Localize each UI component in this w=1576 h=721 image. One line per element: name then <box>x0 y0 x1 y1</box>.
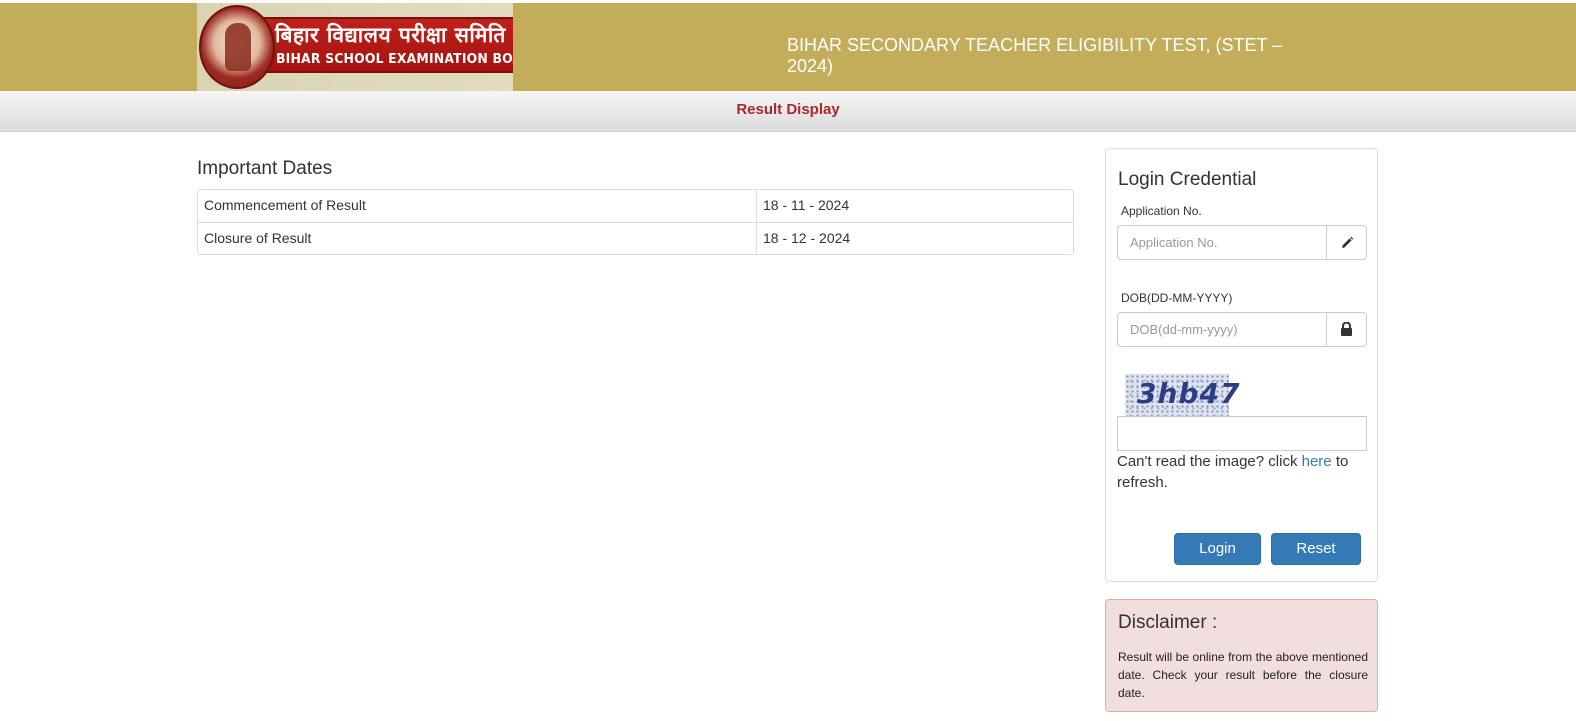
captcha-image: 3hb47 <box>1125 374 1239 416</box>
captcha-refresh-link[interactable]: here <box>1302 453 1332 470</box>
bseb-logo: बिहार विद्यालय परीक्षा समिति BIHAR SCHOO… <box>197 3 513 91</box>
pencil-icon <box>1326 225 1367 260</box>
captcha-help-prefix: Can't read the image? click <box>1117 453 1302 470</box>
site-header: बिहार विद्यालय परीक्षा समिति BIHAR SCHOO… <box>0 3 1576 91</box>
emblem-icon <box>199 5 275 89</box>
dob-input[interactable] <box>1117 312 1326 347</box>
dob-group <box>1117 312 1367 347</box>
login-title: Login Credential <box>1118 169 1257 190</box>
table-row: Commencement of Result 18 - 11 - 2024 <box>198 190 1073 222</box>
logo-hindi-text: बिहार विद्यालय परीक्षा समिति <box>275 23 506 47</box>
important-dates-table: Commencement of Result 18 - 11 - 2024 Cl… <box>197 189 1074 255</box>
disclaimer-panel: Disclaimer : Result will be online from … <box>1105 599 1378 712</box>
sub-navigation-bar: Result Display <box>0 91 1576 132</box>
date-value: 18 - 11 - 2024 <box>763 197 850 213</box>
captcha-text: 3hb47 <box>1137 377 1241 410</box>
date-label: Commencement of Result <box>198 190 757 222</box>
application-no-input[interactable] <box>1117 225 1326 260</box>
page-title: BIHAR SECONDARY TEACHER ELIGIBILITY TEST… <box>787 35 1283 76</box>
disclaimer-text: Result will be online from the above men… <box>1118 650 1368 700</box>
application-no-group <box>1117 225 1367 260</box>
important-dates-heading: Important Dates <box>197 158 333 179</box>
date-value: 18 - 12 - 2024 <box>763 230 851 246</box>
lock-icon <box>1326 312 1367 347</box>
login-panel: Login Credential Application No. DOB(DD-… <box>1105 148 1378 582</box>
dob-label: DOB(DD-MM-YYYY) <box>1121 291 1233 305</box>
disclaimer-title: Disclaimer : <box>1118 612 1218 633</box>
application-no-label: Application No. <box>1121 204 1202 218</box>
table-row: Closure of Result 18 - 12 - 2024 <box>198 222 1073 254</box>
logo-english-text: BIHAR SCHOOL EXAMINATION BOARD <box>276 51 513 67</box>
reset-button[interactable]: Reset <box>1271 533 1361 565</box>
section-title: Result Display <box>736 101 840 118</box>
login-button[interactable]: Login <box>1174 533 1261 565</box>
date-label: Closure of Result <box>198 223 757 254</box>
captcha-help-text: Can't read the image? click here to refr… <box>1117 451 1367 493</box>
captcha-input[interactable] <box>1117 416 1367 451</box>
